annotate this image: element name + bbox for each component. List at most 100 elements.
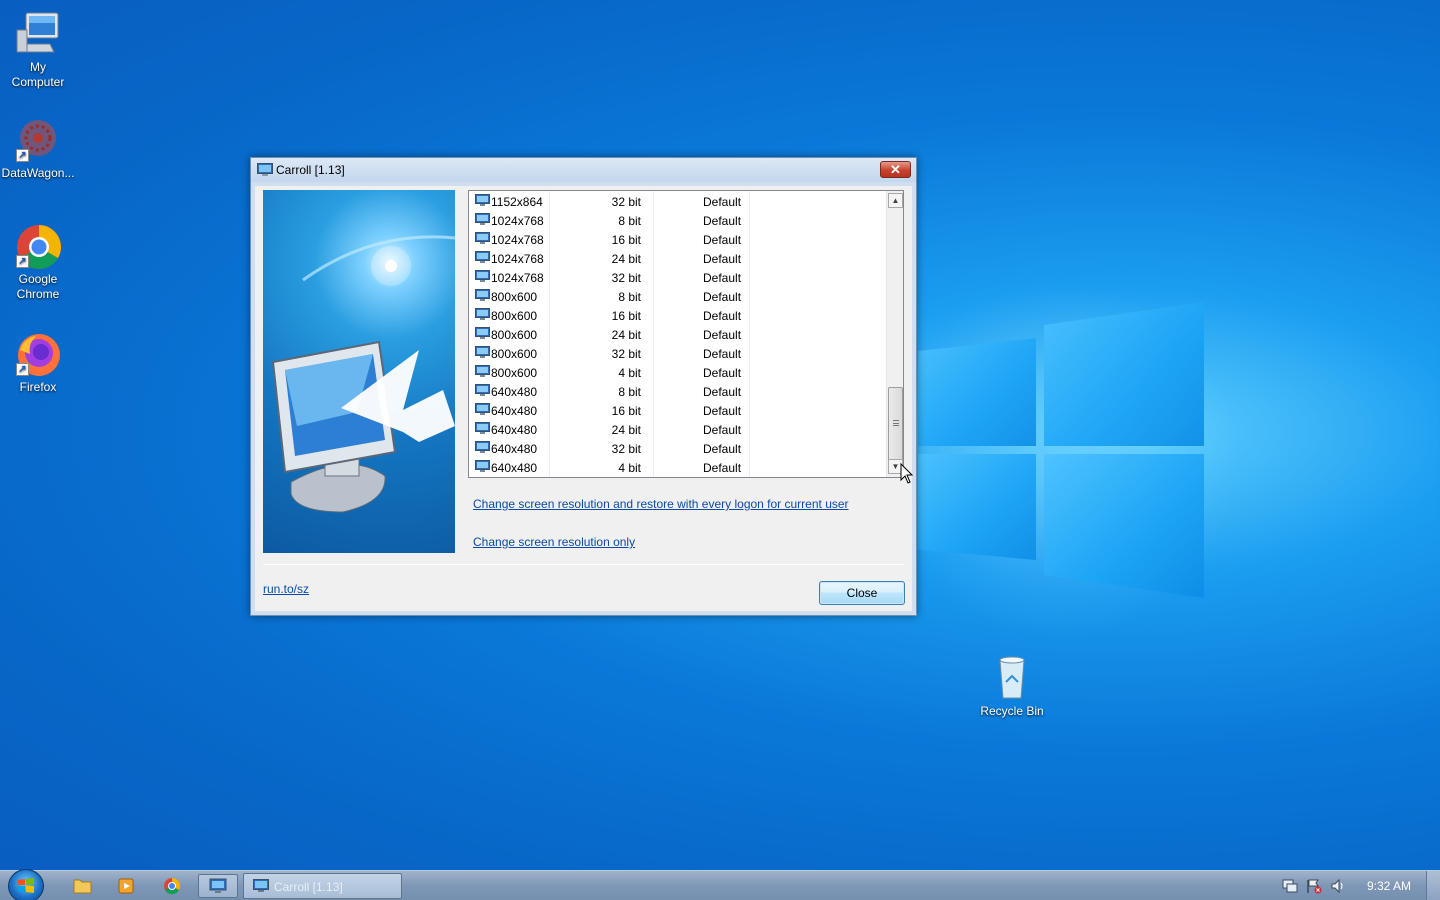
resolution-cell: 1152x864 — [491, 195, 543, 209]
frequency-cell: Default — [703, 290, 742, 304]
display-mode-row[interactable]: 800x600 16 bit Default — [469, 305, 886, 324]
volume-icon[interactable] — [1330, 878, 1346, 894]
taskbar-carroll-pinned[interactable] — [198, 874, 238, 898]
desktop-icon-label: Firefox — [19, 380, 57, 394]
color-depth-cell: 24 bit — [611, 328, 641, 342]
monitor-banner-image — [263, 190, 455, 553]
system-tray: 9:32 AM — [1270, 871, 1440, 900]
resolution-cell: 800x600 — [491, 366, 538, 380]
desktop-icon-google-chrome[interactable]: ↗ Google Chrome — [0, 222, 76, 302]
resolution-cell: 640x480 — [491, 385, 538, 399]
shortcut-arrow-icon: ↗ — [16, 363, 29, 376]
monitor-icon — [475, 232, 490, 244]
scroll-thumb[interactable] — [888, 387, 903, 461]
color-depth-cell: 32 bit — [611, 195, 641, 209]
display-mode-row[interactable]: 640x480 24 bit Default — [469, 419, 886, 438]
resolution-cell: 1024x768 — [491, 214, 544, 228]
resolution-cell: 1024x768 — [491, 233, 544, 247]
chrome-icon — [164, 877, 181, 895]
frequency-cell: Default — [703, 309, 742, 323]
desktop-icon-my-computer[interactable]: My Computer — [0, 10, 76, 90]
vertical-scrollbar[interactable]: ▲ ▼ — [886, 191, 903, 477]
mouse-cursor-icon — [900, 463, 914, 484]
display-mode-row[interactable]: 800x600 24 bit Default — [469, 324, 886, 343]
monitor-icon — [475, 403, 490, 415]
window-title: Carroll [1.13] — [276, 163, 345, 177]
close-window-button[interactable]: ✕ — [880, 161, 911, 178]
monitor-icon — [475, 194, 490, 206]
close-button[interactable]: Close — [819, 581, 905, 605]
frequency-cell: Default — [703, 423, 742, 437]
desktop-icon-label: Recycle Bin — [980, 704, 1044, 718]
title-bar[interactable]: Carroll [1.13] ✕ — [251, 158, 916, 182]
resolution-cell: 640x480 — [491, 423, 538, 437]
resolution-cell: 800x600 — [491, 328, 538, 342]
firefox-icon: ↗ — [14, 330, 62, 378]
monitor-icon — [475, 346, 490, 358]
wallpaper-logo-pane — [918, 454, 1036, 560]
action-center-flag-icon[interactable] — [1306, 878, 1322, 894]
desktop-icon-recycle-bin[interactable]: Recycle Bin — [974, 654, 1050, 719]
display-mode-row[interactable]: 640x480 16 bit Default — [469, 400, 886, 419]
monitor-icon — [475, 308, 490, 320]
change-and-restore-link[interactable]: Change screen resolution and restore wit… — [473, 497, 849, 511]
display-mode-row[interactable]: 800x600 32 bit Default — [469, 343, 886, 362]
folder-icon — [73, 879, 92, 894]
color-depth-cell: 16 bit — [611, 404, 641, 418]
wallpaper-logo-pane — [1044, 302, 1204, 446]
display-mode-row[interactable]: 640x480 32 bit Default — [469, 438, 886, 457]
resolution-cell: 640x480 — [491, 442, 538, 456]
display-mode-row[interactable]: 800x600 8 bit Default — [469, 286, 886, 305]
taskbar-media-player[interactable] — [106, 874, 146, 898]
display-modes-list[interactable]: 1152x864 32 bit Default 1024x768 8 bit Defaul… — [468, 190, 904, 478]
wallpaper-logo-pane — [918, 338, 1036, 446]
monitor-icon — [475, 213, 490, 225]
frequency-cell: Default — [703, 404, 742, 418]
show-desktop-button[interactable] — [1426, 871, 1440, 900]
display-mode-row[interactable]: 1152x864 32 bit Default — [469, 191, 886, 210]
monitor-icon — [475, 441, 490, 453]
color-depth-cell: 4 bit — [618, 461, 641, 475]
display-mode-row[interactable]: 640x480 8 bit Default — [469, 381, 886, 400]
frequency-cell: Default — [703, 252, 742, 266]
color-depth-cell: 8 bit — [618, 385, 641, 399]
network-icon[interactable] — [1282, 878, 1298, 894]
scroll-up-button[interactable]: ▲ — [888, 193, 903, 208]
display-mode-row[interactable]: 1024x768 32 bit Default — [469, 267, 886, 286]
desktop-icon-label: My Computer — [11, 60, 65, 89]
taskbar-chrome[interactable] — [152, 874, 192, 898]
dialog-client-area: 1152x864 32 bit Default 1024x768 8 bit Defaul… — [255, 186, 912, 611]
taskbar-file-explorer[interactable] — [62, 874, 102, 898]
change-resolution-only-link[interactable]: Change screen resolution only — [473, 535, 635, 549]
frequency-cell: Default — [703, 366, 742, 380]
separator — [263, 564, 904, 565]
desktop-icon-label: DataWagon... — [1, 166, 75, 180]
monitor-app-icon — [257, 163, 273, 176]
desktop-icon-datawagon[interactable]: ↗ DataWagon... — [0, 116, 76, 181]
display-mode-row[interactable]: 1024x768 16 bit Default — [469, 229, 886, 248]
start-button[interactable] — [8, 869, 44, 900]
windows-logo-icon — [18, 878, 34, 893]
display-mode-row[interactable]: 800x600 4 bit Default — [469, 362, 886, 381]
frequency-cell: Default — [703, 233, 742, 247]
display-mode-row[interactable]: 640x480 4 bit Default — [469, 457, 886, 476]
desktop-icon-firefox[interactable]: ↗ Firefox — [0, 330, 76, 395]
chrome-icon: ↗ — [14, 222, 62, 270]
desktop-icon-label: Google Chrome — [16, 272, 60, 301]
display-mode-row[interactable]: 1024x768 24 bit Default — [469, 248, 886, 267]
task-label: Carroll [1.13] — [274, 880, 343, 894]
carroll-dialog: Carroll [1.13] ✕ 1152x864 32 bit Default 1 — [250, 157, 917, 616]
taskbar-task-carroll[interactable]: Carroll [1.13] — [243, 873, 402, 899]
display-mode-row[interactable]: 1024x768 8 bit Default — [469, 210, 886, 229]
datawagon-icon: ↗ — [14, 116, 62, 164]
frequency-cell: Default — [703, 347, 742, 361]
recycle-bin-icon — [988, 654, 1036, 702]
frequency-cell: Default — [703, 214, 742, 228]
clock[interactable]: 9:32 AM — [1367, 879, 1411, 893]
frequency-cell: Default — [703, 385, 742, 399]
monitor-icon — [475, 422, 490, 434]
website-link[interactable]: run.to/sz — [263, 582, 309, 596]
frequency-cell: Default — [703, 442, 742, 456]
monitor-icon — [475, 327, 490, 339]
resolution-cell: 640x480 — [491, 404, 538, 418]
